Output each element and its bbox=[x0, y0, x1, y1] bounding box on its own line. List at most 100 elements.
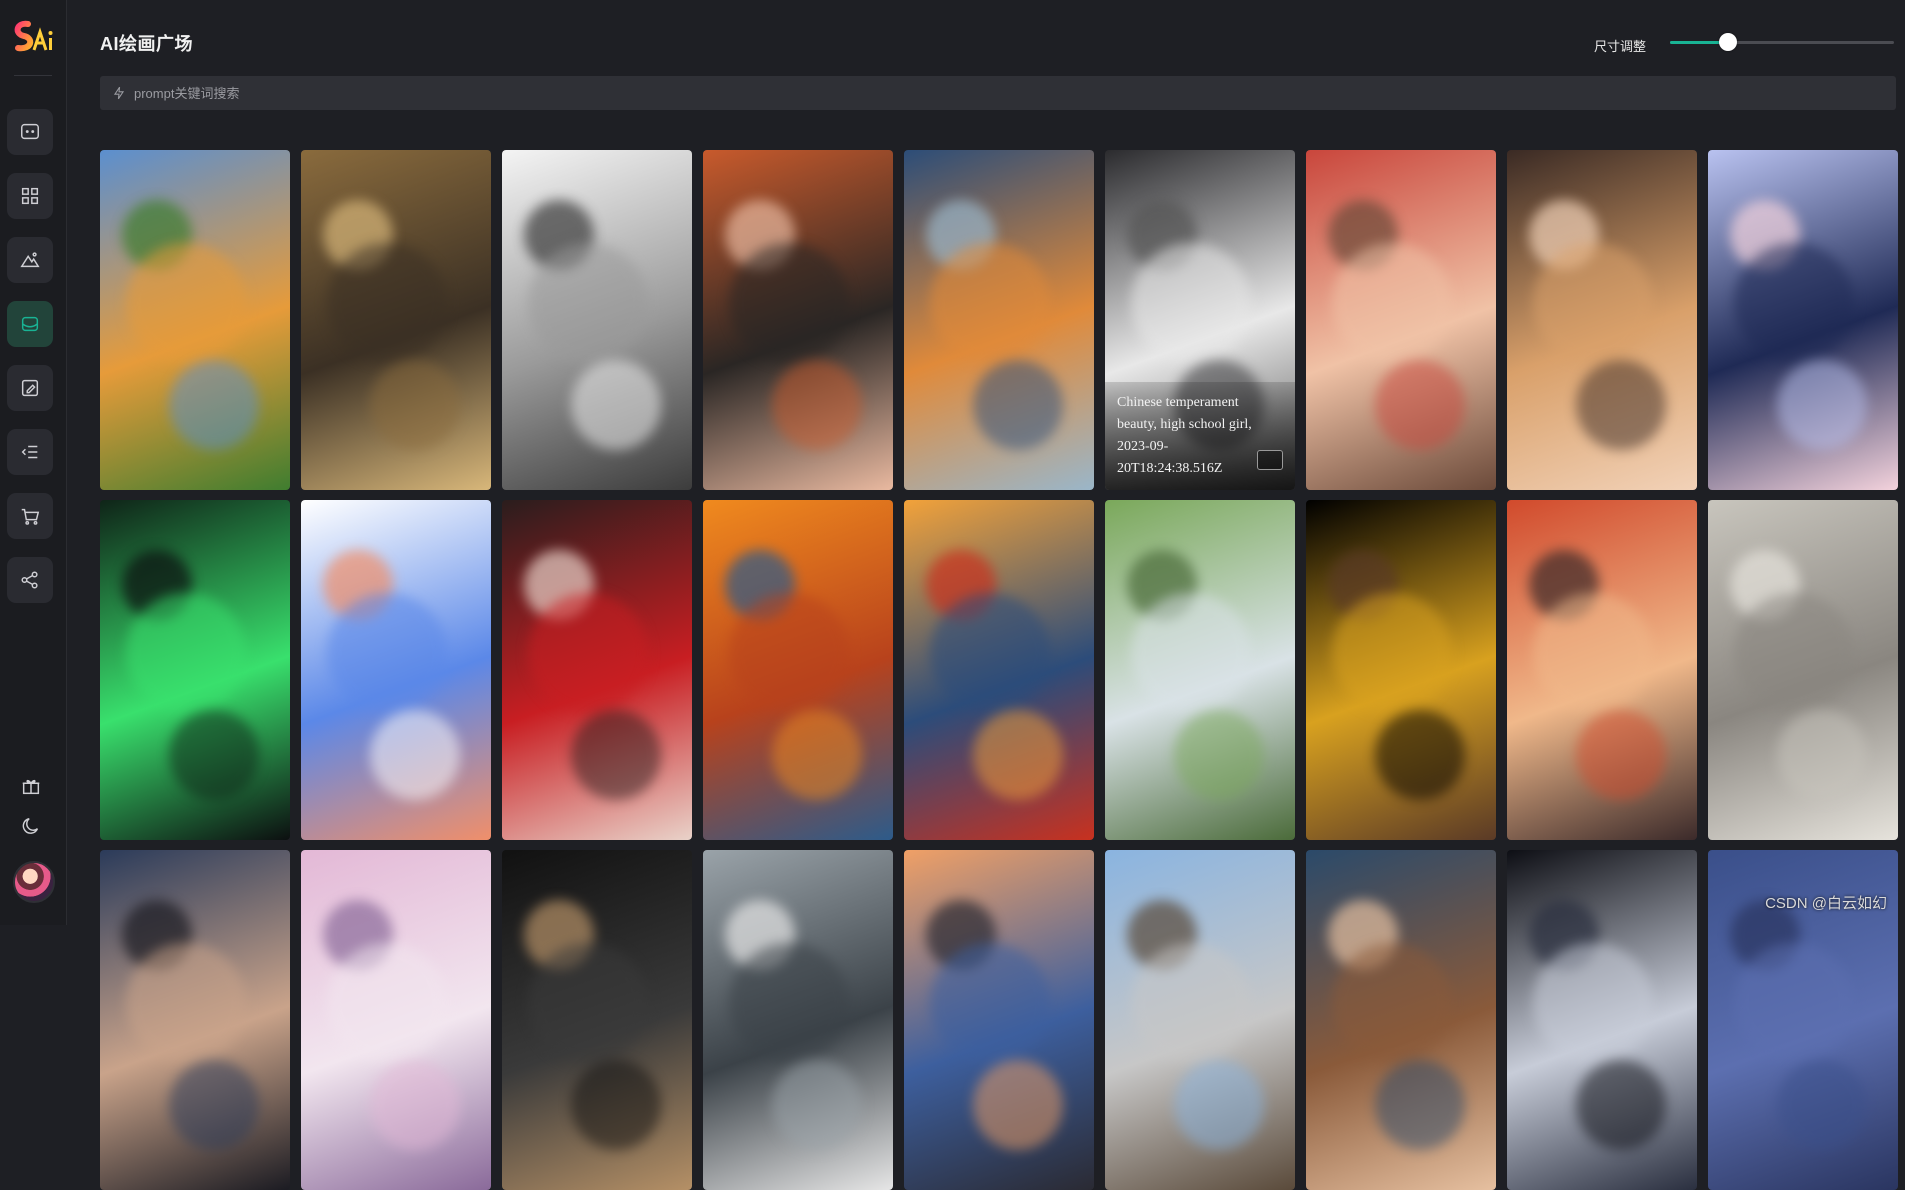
gallery-image-card[interactable] bbox=[301, 500, 491, 840]
sidebar-item-draw[interactable] bbox=[7, 237, 53, 283]
image-content bbox=[571, 360, 661, 450]
image-content bbox=[1734, 943, 1854, 1063]
divider bbox=[14, 75, 52, 76]
grid-icon bbox=[19, 185, 41, 207]
list-indent-icon bbox=[19, 441, 41, 463]
image-content bbox=[973, 1060, 1063, 1150]
image-content bbox=[528, 593, 648, 713]
image-content bbox=[1174, 710, 1264, 800]
image-content bbox=[1777, 710, 1867, 800]
gallery-image-card[interactable] bbox=[1306, 850, 1496, 1190]
sidebar-item-list[interactable] bbox=[7, 429, 53, 475]
gallery-image-card[interactable] bbox=[1507, 850, 1697, 1190]
gallery-image-card[interactable] bbox=[703, 150, 893, 490]
gallery-image-card[interactable] bbox=[301, 850, 491, 1190]
moon-icon[interactable] bbox=[20, 815, 42, 837]
image-content bbox=[729, 243, 849, 363]
gallery-image-card[interactable] bbox=[1708, 150, 1898, 490]
gallery-image-card[interactable] bbox=[904, 150, 1094, 490]
sidebar-item-gallery[interactable] bbox=[7, 301, 53, 347]
gallery-image-card[interactable] bbox=[904, 850, 1094, 1190]
image-content bbox=[1375, 710, 1465, 800]
image-content bbox=[370, 1060, 460, 1150]
gallery-image-card[interactable] bbox=[1507, 500, 1697, 840]
image-content bbox=[370, 710, 460, 800]
image-content bbox=[1576, 1060, 1666, 1150]
prompt-tooltip: Chinese temperament beauty, high school … bbox=[1105, 382, 1295, 490]
image-content bbox=[772, 360, 862, 450]
image-content bbox=[1533, 243, 1653, 363]
image-content bbox=[1375, 1060, 1465, 1150]
image-content bbox=[1131, 243, 1251, 363]
gallery-image-card[interactable] bbox=[100, 150, 290, 490]
image-content bbox=[126, 243, 246, 363]
image-content bbox=[930, 243, 1050, 363]
image-content bbox=[1375, 360, 1465, 450]
image-content bbox=[1332, 243, 1452, 363]
search-input[interactable] bbox=[132, 85, 1836, 102]
sidebar-item-apps[interactable] bbox=[7, 173, 53, 219]
gallery-image-card[interactable] bbox=[1306, 500, 1496, 840]
gallery-image-card[interactable] bbox=[703, 850, 893, 1190]
image-content bbox=[1734, 243, 1854, 363]
image-content bbox=[729, 943, 849, 1063]
image-content bbox=[1131, 593, 1251, 713]
image-content bbox=[1332, 593, 1452, 713]
gallery-image-card[interactable] bbox=[703, 500, 893, 840]
image-content bbox=[1533, 593, 1653, 713]
gallery-image-card[interactable] bbox=[502, 150, 692, 490]
sidebar-item-chat[interactable] bbox=[7, 109, 53, 155]
gallery-image-card[interactable] bbox=[100, 500, 290, 840]
sai-logo[interactable] bbox=[10, 18, 56, 58]
image-content bbox=[169, 1060, 259, 1150]
sidebar-item-shop[interactable] bbox=[7, 493, 53, 539]
gallery-image-card[interactable] bbox=[502, 850, 692, 1190]
gallery-image-card[interactable] bbox=[502, 500, 692, 840]
copy-icon[interactable] bbox=[1257, 450, 1283, 470]
cart-icon bbox=[19, 505, 41, 527]
gallery-image-card[interactable] bbox=[1105, 850, 1295, 1190]
image-content bbox=[370, 360, 460, 450]
search-bar[interactable] bbox=[100, 76, 1896, 110]
lightning-icon bbox=[112, 86, 126, 100]
size-adjust-label: 尺寸调整 bbox=[1594, 36, 1646, 55]
avatar[interactable] bbox=[13, 861, 55, 903]
gallery-image-card[interactable] bbox=[1105, 500, 1295, 840]
sidebar-item-share[interactable] bbox=[7, 557, 53, 603]
image-content bbox=[169, 360, 259, 450]
image-content bbox=[772, 1060, 862, 1150]
image-content bbox=[1533, 943, 1653, 1063]
gallery-image-card[interactable] bbox=[1708, 500, 1898, 840]
gallery-image-card[interactable] bbox=[1507, 150, 1697, 490]
gallery-image-card[interactable] bbox=[1306, 150, 1496, 490]
watermark: CSDN @白云如幻 bbox=[1765, 892, 1887, 913]
sidebar bbox=[0, 0, 67, 925]
image-content bbox=[571, 710, 661, 800]
gallery-image-card[interactable] bbox=[100, 850, 290, 1190]
image-content bbox=[930, 593, 1050, 713]
image-content bbox=[528, 943, 648, 1063]
share-icon bbox=[19, 569, 41, 591]
image-content bbox=[528, 243, 648, 363]
image-content bbox=[327, 593, 447, 713]
image-content bbox=[1777, 1060, 1867, 1150]
image-content bbox=[1576, 360, 1666, 450]
sidebar-item-edit[interactable] bbox=[7, 365, 53, 411]
gallery-image-card[interactable] bbox=[301, 150, 491, 490]
gallery-image-card[interactable]: Chinese temperament beauty, high school … bbox=[1105, 150, 1295, 490]
image-content bbox=[169, 710, 259, 800]
image-content bbox=[327, 243, 447, 363]
gallery-icon bbox=[19, 313, 41, 335]
size-slider[interactable] bbox=[1670, 33, 1894, 53]
slider-thumb[interactable] bbox=[1719, 33, 1737, 51]
gallery-image-card[interactable] bbox=[904, 500, 1094, 840]
image-content bbox=[571, 1060, 661, 1150]
image-content bbox=[1734, 593, 1854, 713]
image-content bbox=[1332, 943, 1452, 1063]
chat-icon bbox=[19, 121, 41, 143]
image-content bbox=[772, 710, 862, 800]
image-content bbox=[973, 710, 1063, 800]
image-content bbox=[973, 360, 1063, 450]
gift-icon[interactable] bbox=[20, 775, 42, 797]
image-content bbox=[1576, 710, 1666, 800]
